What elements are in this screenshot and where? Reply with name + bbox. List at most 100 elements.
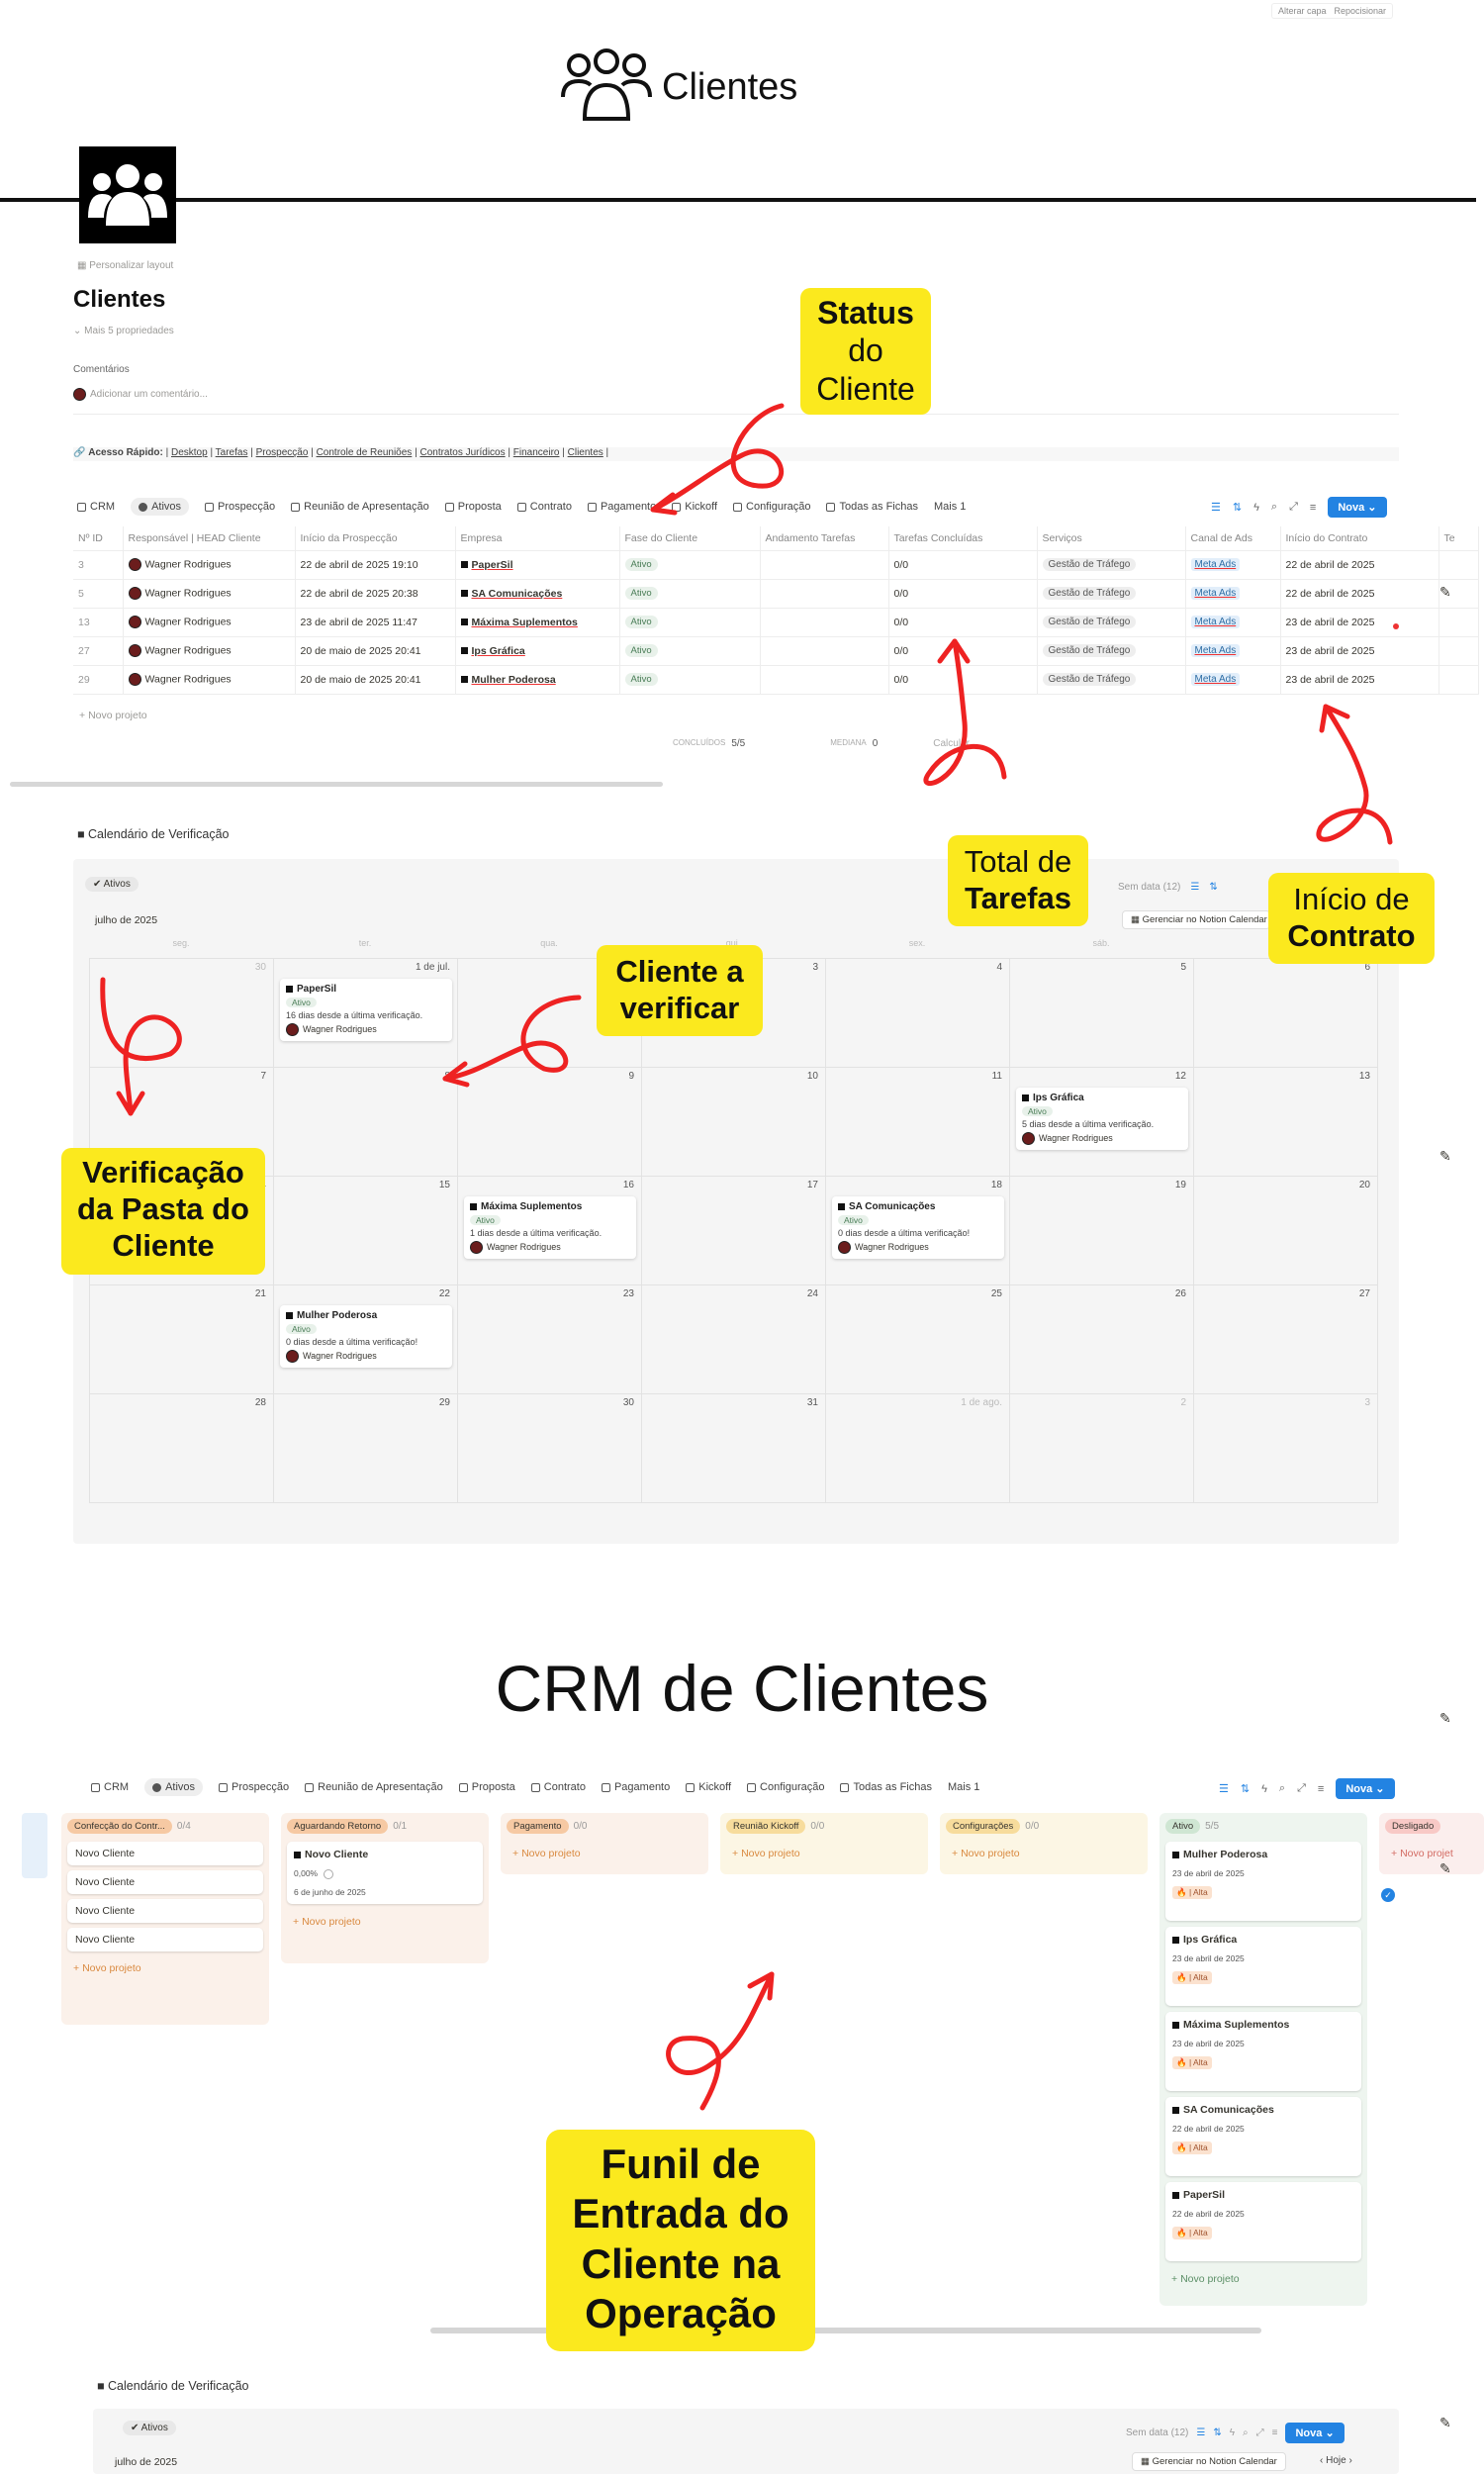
pen-icon[interactable]: ✎ [1439, 1148, 1451, 1165]
filter-icon[interactable]: ☰ [1190, 882, 1199, 893]
comment-input[interactable]: Adicionar um comentário... [73, 388, 208, 401]
settings-icon[interactable]: ≡ [1272, 2427, 1278, 2438]
quick-link[interactable]: Contratos Jurídicos [419, 447, 505, 458]
calendar-day[interactable]: 2 [1010, 1394, 1194, 1503]
column-badge[interactable]: Reunião Kickoff [726, 1819, 806, 1834]
column-header[interactable]: Responsável | HEAD Cliente [123, 526, 296, 551]
calendar-day[interactable]: 30 [458, 1394, 642, 1503]
new-project-button[interactable]: + Novo projeto [726, 1842, 922, 1865]
pen-icon[interactable]: ✎ [1439, 1860, 1451, 1877]
new-project-button[interactable]: + Novo projeto [946, 1842, 1142, 1865]
kanban-card[interactable]: SA Comunicações 22 de abril de 2025 🔥 | Al… [1165, 2097, 1361, 2176]
sort-icon[interactable]: ⇅ [1209, 882, 1217, 893]
event-card[interactable]: PaperSil Ativo 16 dias desde a última veri… [280, 979, 452, 1041]
calendar-day[interactable]: 4 [826, 959, 1010, 1068]
new-project-button[interactable]: + Novo projeto [1165, 2267, 1361, 2291]
calendar-day[interactable]: 25 [826, 1285, 1010, 1394]
new-button[interactable]: Nova ⌄ [1328, 497, 1387, 518]
kanban-card[interactable]: Novo Cliente [67, 1870, 263, 1894]
search-icon[interactable]: ⌕ [1279, 1782, 1285, 1795]
tab-crm[interactable]: CRM [91, 1781, 129, 1793]
kanban-card[interactable]: Novo Cliente 0,00% 6 de junho de 2025 [287, 1842, 483, 1904]
column-header[interactable]: Início da Prospecção [295, 526, 456, 551]
calendar-day[interactable]: 24 [642, 1285, 826, 1394]
filter-icon[interactable]: ☰ [1219, 1782, 1229, 1795]
event-card[interactable]: Mulher Poderosa Ativo 0 dias desde a últim… [280, 1305, 452, 1368]
kanban-card[interactable]: Mulher Poderosa 23 de abril de 2025 🔥 | Al… [1165, 1842, 1361, 1921]
kanban-card[interactable]: Ips Gráfica 23 de abril de 2025 🔥 | Alta [1165, 1927, 1361, 2006]
calendar-day[interactable]: 12 Ips Gráfica Ativo 5 dias desde a última … [1010, 1068, 1194, 1177]
company-link[interactable]: SA Comunicações [472, 588, 563, 600]
kanban-card[interactable]: PaperSil 22 de abril de 2025 🔥 | Alta [1165, 2182, 1361, 2261]
calendar-day[interactable]: 18 SA Comunicações Ativo 0 dias desde a últ… [826, 1177, 1010, 1285]
event-card[interactable]: SA Comunicações Ativo 0 dias desde a últim… [832, 1196, 1004, 1259]
new-project-button[interactable]: + Novo projet [1385, 1842, 1478, 1865]
calendar-day[interactable]: 21 [90, 1285, 274, 1394]
column-header[interactable]: Te [1438, 526, 1479, 551]
tab-prospec-o[interactable]: Prospecção [205, 501, 275, 513]
column-badge[interactable]: Desligado [1385, 1819, 1441, 1834]
manage-calendar-button[interactable]: ▦ Gerenciar no Notion Calendar [1132, 2452, 1286, 2471]
column-badge[interactable]: Confecção do Contr... [67, 1819, 172, 1834]
tab-proposta[interactable]: Proposta [444, 501, 502, 513]
quick-link[interactable]: Desktop [171, 447, 208, 458]
new-project-button[interactable]: + Novo projeto [67, 1956, 263, 1980]
filter-icon[interactable]: ☰ [1211, 501, 1221, 514]
calendar-day[interactable]: 22 Mulher Poderosa Ativo 0 dias desde a últ… [274, 1285, 458, 1394]
lightning-icon[interactable]: ϟ [1261, 1783, 1267, 1795]
sort-icon[interactable]: ⇅ [1213, 2427, 1221, 2438]
calendar-day[interactable]: 15 [274, 1177, 458, 1285]
calendar-day[interactable]: 17 [642, 1177, 826, 1285]
quick-link[interactable]: Clientes [568, 447, 603, 458]
column-badge[interactable]: Pagamento [507, 1819, 569, 1834]
manage-calendar-button[interactable]: ▦ Gerenciar no Notion Calendar [1122, 910, 1270, 929]
event-card[interactable]: Máxima Suplementos Ativo 1 dias desde a úl… [464, 1196, 636, 1259]
tab-pagamento[interactable]: Pagamento [601, 1781, 670, 1793]
more-properties-toggle[interactable]: ⌄ Mais 5 propriedades [73, 326, 174, 336]
calendar-day[interactable]: 8 [274, 1068, 458, 1177]
tab-todas-as-fichas[interactable]: Todas as Fichas [826, 501, 918, 513]
column-badge[interactable]: Ativo [1165, 1819, 1201, 1834]
change-cover-button[interactable]: Alterar capa [1278, 6, 1327, 16]
calendar-day[interactable]: 27 [1194, 1285, 1378, 1394]
quick-link[interactable]: Prospecção [256, 447, 309, 458]
pen-icon[interactable]: ✎ [1439, 2415, 1451, 2431]
tab-crm[interactable]: CRM [77, 501, 115, 513]
kanban-card[interactable]: Novo Cliente [67, 1842, 263, 1865]
quick-link[interactable]: Controle de Reuniões [317, 447, 413, 458]
calendar-day[interactable]: 28 [90, 1394, 274, 1503]
kanban-card[interactable]: Novo Cliente [67, 1928, 263, 1951]
column-header[interactable]: Nº ID [73, 526, 124, 551]
company-link[interactable]: Ips Gráfica [472, 645, 525, 657]
sort-icon[interactable]: ⇅ [1241, 1782, 1250, 1795]
tab-reuni-o-de-apresenta-o[interactable]: Reunião de Apresentação [305, 1781, 443, 1793]
pen-icon[interactable]: ✎ [1439, 584, 1451, 601]
calendar-day[interactable]: 23 [458, 1285, 642, 1394]
horizontal-scrollbar[interactable] [10, 782, 663, 787]
tab-contrato[interactable]: Contrato [530, 1781, 586, 1793]
settings-icon[interactable]: ≡ [1310, 502, 1316, 514]
tab-todas-as-fichas[interactable]: Todas as Fichas [840, 1781, 932, 1793]
sort-icon[interactable]: ⇅ [1233, 501, 1242, 514]
today-nav[interactable]: ‹ Hoje › [1320, 2455, 1352, 2466]
event-card[interactable]: Ips Gráfica Ativo 5 dias desde a última ve… [1016, 1088, 1188, 1150]
search-icon[interactable]: ⌕ [1271, 501, 1277, 514]
tab-ativos[interactable]: Ativos [131, 498, 190, 516]
column-header[interactable]: Serviços [1037, 526, 1186, 551]
tab-contrato[interactable]: Contrato [516, 501, 572, 513]
table-row[interactable]: 3 Wagner Rodrigues 22 de abril de 2025 19:… [73, 550, 1479, 580]
lightning-icon[interactable]: ϟ [1253, 502, 1259, 514]
new-project-button[interactable]: + Novo projeto [287, 1910, 483, 1934]
column-badge[interactable]: Configurações [946, 1819, 1021, 1834]
tab-reuni-o-de-apresenta-o[interactable]: Reunião de Apresentação [291, 501, 429, 513]
reposition-button[interactable]: Repocisionar [1334, 6, 1386, 16]
calendar-day[interactable]: 19 [1010, 1177, 1194, 1285]
calendar-day[interactable]: 20 [1194, 1177, 1378, 1285]
calendar-day[interactable]: 10 [642, 1068, 826, 1177]
company-link[interactable]: Máxima Suplementos [472, 617, 578, 628]
column-header[interactable]: Início do Contrato [1280, 526, 1439, 551]
calendar-day[interactable]: 1 de jul. PaperSil Ativo 16 dias desde a úl… [274, 959, 458, 1068]
calendar-day[interactable]: 31 [642, 1394, 826, 1503]
column-badge[interactable]: Aguardando Retorno [287, 1819, 389, 1834]
new-project-button[interactable]: + Novo projeto [507, 1842, 702, 1865]
